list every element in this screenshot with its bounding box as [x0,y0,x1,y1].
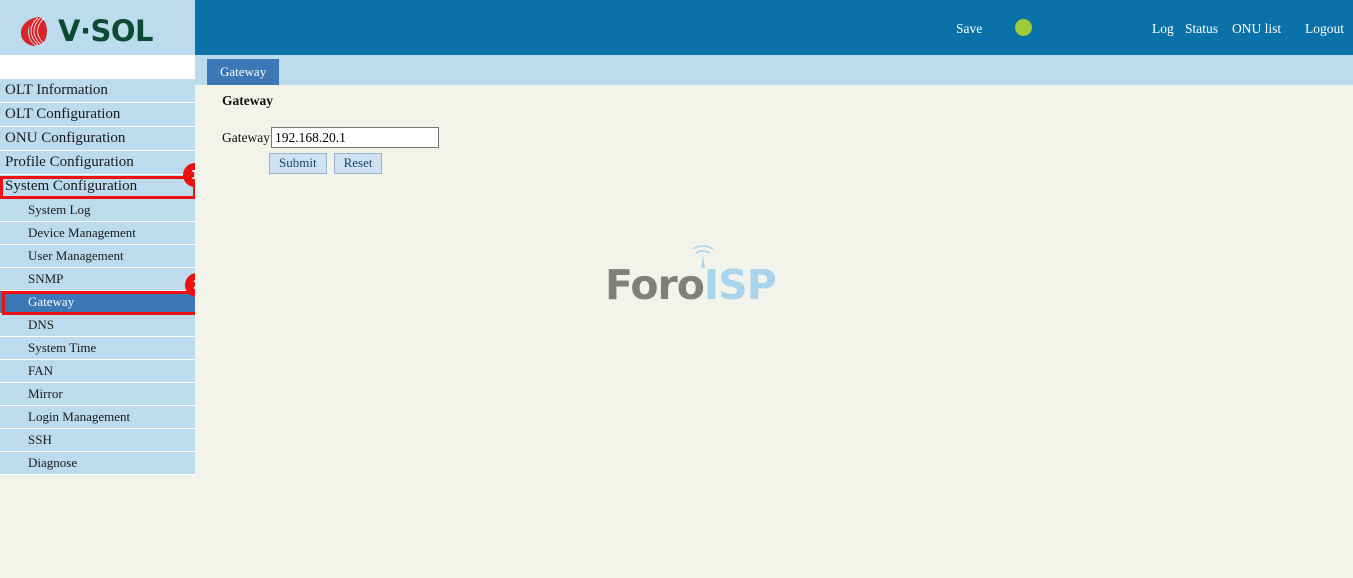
gateway-input[interactable] [270,127,439,148]
sidebar-item-olt-configuration[interactable]: OLT Configuration [0,103,195,126]
status-led-indicator [1015,19,1032,36]
antenna-tower-icon [686,245,720,269]
logo-panel: V·SOL [0,0,195,55]
brand-logo: V·SOL [18,14,153,48]
sidebar-item-label: Diagnose [28,455,78,470]
sidebar-item-label: User Management [28,248,124,263]
sidebar-item-diagnose[interactable]: Diagnose [0,452,195,474]
sidebar-item-device-management[interactable]: Device Management [0,222,195,244]
sidebar-item-snmp[interactable]: SNMP [0,268,195,290]
sidebar-nav: OLT Information OLT Configuration ONU Conf… [0,55,195,475]
watermark-text: ForoISP [605,265,777,306]
gateway-field-label: Gateway [222,129,270,145]
form-button-row: Submit Reset [269,153,383,174]
sidebar-item-system-log[interactable]: System Log [0,199,195,221]
header-link-logout[interactable]: Logout [1305,21,1344,37]
sidebar-item-label: System Log [28,202,91,217]
sidebar-item-dns[interactable]: DNS [0,314,195,336]
gateway-form-row: Gateway [222,127,439,148]
sidebar-item-system-time[interactable]: System Time [0,337,195,359]
sidebar-item-gateway[interactable]: Gateway [0,291,195,313]
header-link-onu-list[interactable]: ONU list [1232,21,1281,37]
sidebar-item-label: DNS [28,317,55,332]
sidebar-item-label: FAN [28,363,54,378]
sidebar-item-ssh[interactable]: SSH [0,429,195,451]
save-button[interactable]: Save [956,21,982,37]
sidebar-item-user-management[interactable]: User Management [0,245,195,267]
header-link-log[interactable]: Log [1152,21,1174,37]
sidebar-item-fan[interactable]: FAN [0,360,195,382]
sidebar-item-label: OLT Configuration [5,106,121,122]
submit-button[interactable]: Submit [269,153,327,174]
sidebar-item-system-configuration[interactable]: System Configuration [0,175,195,198]
reset-button[interactable]: Reset [333,153,383,174]
sidebar-item-profile-configuration[interactable]: Profile Configuration [0,151,195,174]
main-content: Gateway Gateway Submit Reset ForoISP [195,85,1353,578]
brand-name: V·SOL [58,13,153,48]
header-link-status[interactable]: Status [1185,21,1218,37]
sidebar-item-label: System Time [28,340,97,355]
sidebar-item-label: Gateway [28,294,75,309]
header-bar: Save Log Status ONU list Logout [195,0,1353,55]
tab-gateway[interactable]: Gateway [207,59,280,85]
sidebar-item-olt-information[interactable]: OLT Information [0,79,195,102]
sidebar-item-label: System Configuration [5,178,138,194]
sidebar-item-label: SSH [28,432,52,447]
sidebar-item-login-management[interactable]: Login Management [0,406,195,428]
sidebar-item-label: Device Management [28,225,136,240]
sidebar-item-label: ONU Configuration [5,130,126,146]
sidebar-item-onu-configuration[interactable]: ONU Configuration [0,127,195,150]
foroisp-watermark: ForoISP [605,245,777,306]
sidebar-item-label: SNMP [28,271,64,286]
sidebar-item-label: OLT Information [5,82,108,98]
sidebar-item-label: Login Management [28,409,131,424]
vsol-swirl-icon [18,14,52,48]
tab-bar: Gateway [195,55,1353,85]
sidebar-item-mirror[interactable]: Mirror [0,383,195,405]
page-title: Gateway [222,93,273,108]
sidebar-item-label: Profile Configuration [5,154,134,170]
sidebar-item-label: Mirror [28,386,63,401]
